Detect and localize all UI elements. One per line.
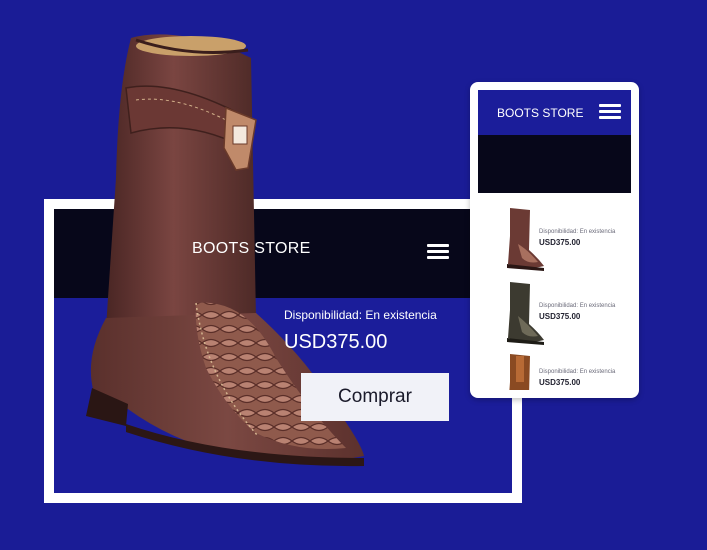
mobile-product-item[interactable]: Disponibilidad: En existencia USD375.00: [478, 206, 631, 272]
mobile-product-item[interactable]: Disponibilidad: En existencia USD375.00: [478, 352, 631, 390]
buy-button[interactable]: Comprar: [301, 373, 449, 421]
mobile-price: USD375.00: [539, 312, 581, 321]
desktop-price: USD375.00: [284, 331, 388, 353]
mobile-banner: [478, 135, 631, 193]
mobile-price: USD375.00: [539, 238, 581, 247]
mobile-availability: Disponibilidad: En existencia: [539, 303, 616, 309]
mobile-hamburger-menu-icon[interactable]: [599, 104, 621, 120]
mobile-product-item[interactable]: Disponibilidad: En existencia USD375.00: [478, 280, 631, 346]
mobile-availability: Disponibilidad: En existencia: [539, 229, 616, 235]
desktop-availability: Disponibilidad: En existencia: [284, 308, 437, 322]
hamburger-menu-icon[interactable]: [427, 244, 449, 260]
mobile-store-title: BOOTS STORE: [497, 106, 584, 120]
mobile-availability: Disponibilidad: En existencia: [539, 369, 616, 375]
mobile-price: USD375.00: [539, 378, 581, 387]
desktop-store-title: BOOTS STORE: [192, 240, 311, 257]
